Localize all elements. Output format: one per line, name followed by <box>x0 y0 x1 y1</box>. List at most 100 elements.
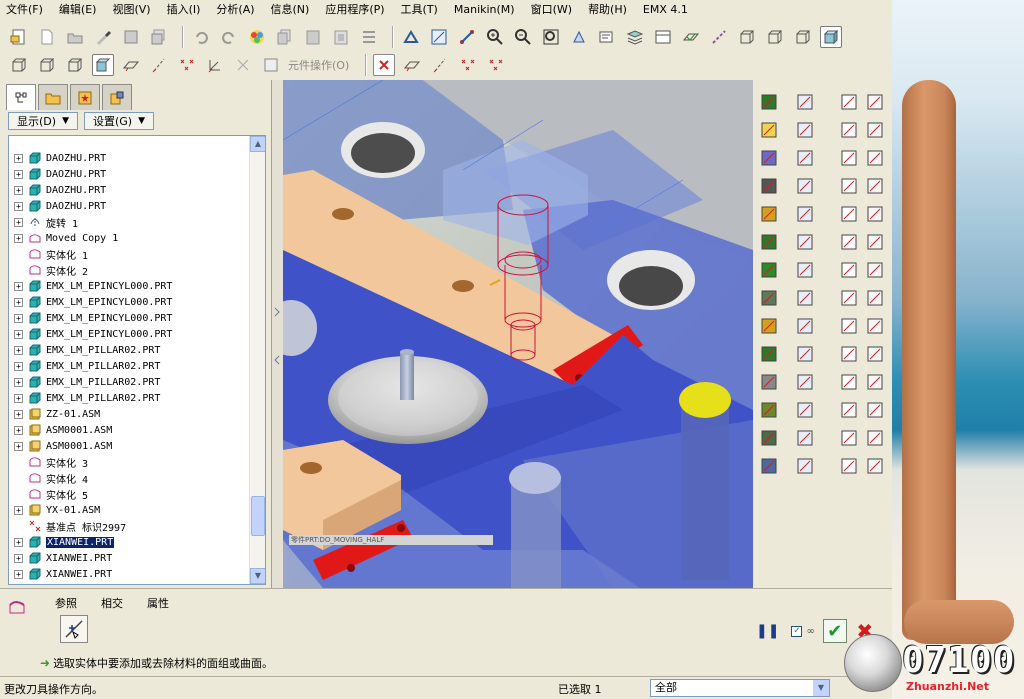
paste-special-icon[interactable] <box>330 26 352 48</box>
datum-axes-icon[interactable] <box>708 26 730 48</box>
expand-toggle[interactable]: + <box>14 313 23 323</box>
component-op-label[interactable]: 元件操作(O) <box>288 57 349 73</box>
boundary-icon[interactable] <box>865 316 885 336</box>
merge-icon[interactable] <box>795 288 815 308</box>
orient-icon[interactable] <box>400 26 422 48</box>
scroll-down-button[interactable]: ▼ <box>250 568 265 584</box>
flip-direction-button[interactable] <box>60 615 88 643</box>
new-feature-icon[interactable] <box>795 92 815 112</box>
tree-scrollbar[interactable]: ▲ ▼ <box>249 136 265 584</box>
datum-point-icon[interactable] <box>839 232 859 252</box>
save-copy-icon[interactable] <box>148 26 170 48</box>
expand-toggle[interactable]: + <box>14 281 23 291</box>
variable-sweep-icon[interactable] <box>839 204 859 224</box>
expand-toggle[interactable]: + <box>14 553 23 563</box>
copy-icon[interactable] <box>274 26 296 48</box>
thicken-icon[interactable] <box>865 288 885 308</box>
fill-icon[interactable] <box>839 316 859 336</box>
solidify-tool-icon[interactable] <box>795 176 815 196</box>
boundary-icon[interactable] <box>865 456 885 476</box>
axis-display-icon[interactable] <box>148 54 170 76</box>
pause-button[interactable]: ❚❚ <box>756 623 779 639</box>
pattern-icon[interactable] <box>759 232 779 252</box>
tree-item[interactable]: 实体化 1 <box>9 246 249 262</box>
menu-item[interactable]: 插入(I) <box>167 1 201 17</box>
expand-toggle[interactable]: + <box>14 537 23 547</box>
zoom-out-icon[interactable] <box>512 26 534 48</box>
expand-toggle[interactable]: + <box>14 441 23 451</box>
tree-item[interactable]: 实体化 5 <box>9 486 249 502</box>
draft-icon[interactable] <box>759 120 779 140</box>
expand-toggle[interactable]: + <box>14 233 23 243</box>
expand-toggle[interactable]: + <box>14 217 23 227</box>
trim-icon[interactable] <box>839 260 859 280</box>
expand-toggle[interactable]: + <box>14 361 23 371</box>
datum-planes-icon[interactable] <box>680 26 702 48</box>
intersect-icon[interactable] <box>839 288 859 308</box>
tree-item[interactable]: + EMX_LM_PILLAR02.PRT <box>9 390 249 406</box>
hidden-view-icon[interactable] <box>36 54 58 76</box>
menu-item[interactable]: 分析(A) <box>216 1 254 17</box>
tree-item[interactable]: + DAOZHU.PRT <box>9 150 249 166</box>
intersect-icon[interactable] <box>839 428 859 448</box>
refit-icon[interactable] <box>540 26 562 48</box>
tree-item[interactable]: + EMX_LM_EPINCYL000.PRT <box>9 310 249 326</box>
tab-connections[interactable] <box>102 84 132 110</box>
blend-icon[interactable] <box>795 344 815 364</box>
tree-item[interactable]: 实体化 4 <box>9 470 249 486</box>
merge-icon[interactable] <box>795 148 815 168</box>
expand-toggle[interactable]: + <box>14 297 23 307</box>
open-icon[interactable] <box>64 26 86 48</box>
datum-csys-tool-icon[interactable] <box>485 54 507 76</box>
preview-glasses-icon[interactable]: ∞ <box>806 626 814 637</box>
saved-views-icon[interactable] <box>596 26 618 48</box>
menu-item[interactable]: 编辑(E) <box>59 1 97 17</box>
blend-icon[interactable] <box>795 204 815 224</box>
tree-item[interactable]: + XIANWEI.PRT <box>9 534 249 550</box>
reorient-icon[interactable] <box>568 26 590 48</box>
datum-point-tool-icon[interactable] <box>457 54 479 76</box>
settings-dropdown[interactable]: 设置(G) ▼ <box>83 112 155 130</box>
variable-sweep-icon[interactable] <box>839 344 859 364</box>
project-icon[interactable] <box>759 316 779 336</box>
tree-item[interactable]: + DAOZHU.PRT <box>9 166 249 182</box>
menu-item[interactable]: 工具(T) <box>401 1 438 17</box>
undo-icon[interactable] <box>190 26 212 48</box>
mirror-icon[interactable] <box>795 120 815 140</box>
project-icon[interactable] <box>759 176 779 196</box>
round-icon[interactable] <box>865 232 885 252</box>
fill-icon[interactable] <box>839 176 859 196</box>
tree-item[interactable]: + EMX_LM_EPINCYL000.PRT <box>9 278 249 294</box>
sweep-icon[interactable] <box>759 204 779 224</box>
menu-item[interactable]: 信息(N) <box>271 1 310 17</box>
shaded-view-icon[interactable] <box>92 54 114 76</box>
intersect-icon[interactable] <box>839 148 859 168</box>
boundary-icon[interactable] <box>865 176 885 196</box>
fill-icon[interactable] <box>839 456 859 476</box>
close-window-icon[interactable] <box>373 54 396 76</box>
component-op-icon[interactable] <box>260 54 282 76</box>
new-feature-icon[interactable] <box>795 372 815 392</box>
tree-item[interactable]: + EMX_LM_EPINCYL000.PRT <box>9 326 249 342</box>
wireframe-icon[interactable] <box>736 26 758 48</box>
regenerate-icon[interactable] <box>246 26 268 48</box>
filter-dropdown-arrow[interactable]: ▼ <box>813 680 829 696</box>
tab-favorites[interactable] <box>70 84 100 110</box>
preview-checkbox[interactable]: ✓ <box>791 625 803 637</box>
offset-icon[interactable] <box>865 400 885 420</box>
tree-item[interactable]: 基准点 标识2997 <box>9 518 249 534</box>
mirror-icon[interactable] <box>795 400 815 420</box>
dashboard-tab[interactable]: 相交 <box>101 595 123 611</box>
new-feature-icon[interactable] <box>795 232 815 252</box>
extend-icon[interactable] <box>759 428 779 448</box>
tree-item[interactable]: + YX-01.ASM <box>9 502 249 518</box>
new-icon[interactable] <box>36 26 58 48</box>
expand-toggle[interactable]: + <box>14 569 23 579</box>
solidify-tool-icon[interactable] <box>795 456 815 476</box>
thicken-icon[interactable] <box>865 148 885 168</box>
layers-icon[interactable] <box>624 26 646 48</box>
show-dropdown[interactable]: 显示(D) ▼ <box>8 112 78 130</box>
tree-item[interactable]: + ZZ-01.ASM <box>9 406 249 422</box>
dashboard-tab[interactable]: 属性 <box>147 595 169 611</box>
redo-icon[interactable] <box>218 26 240 48</box>
